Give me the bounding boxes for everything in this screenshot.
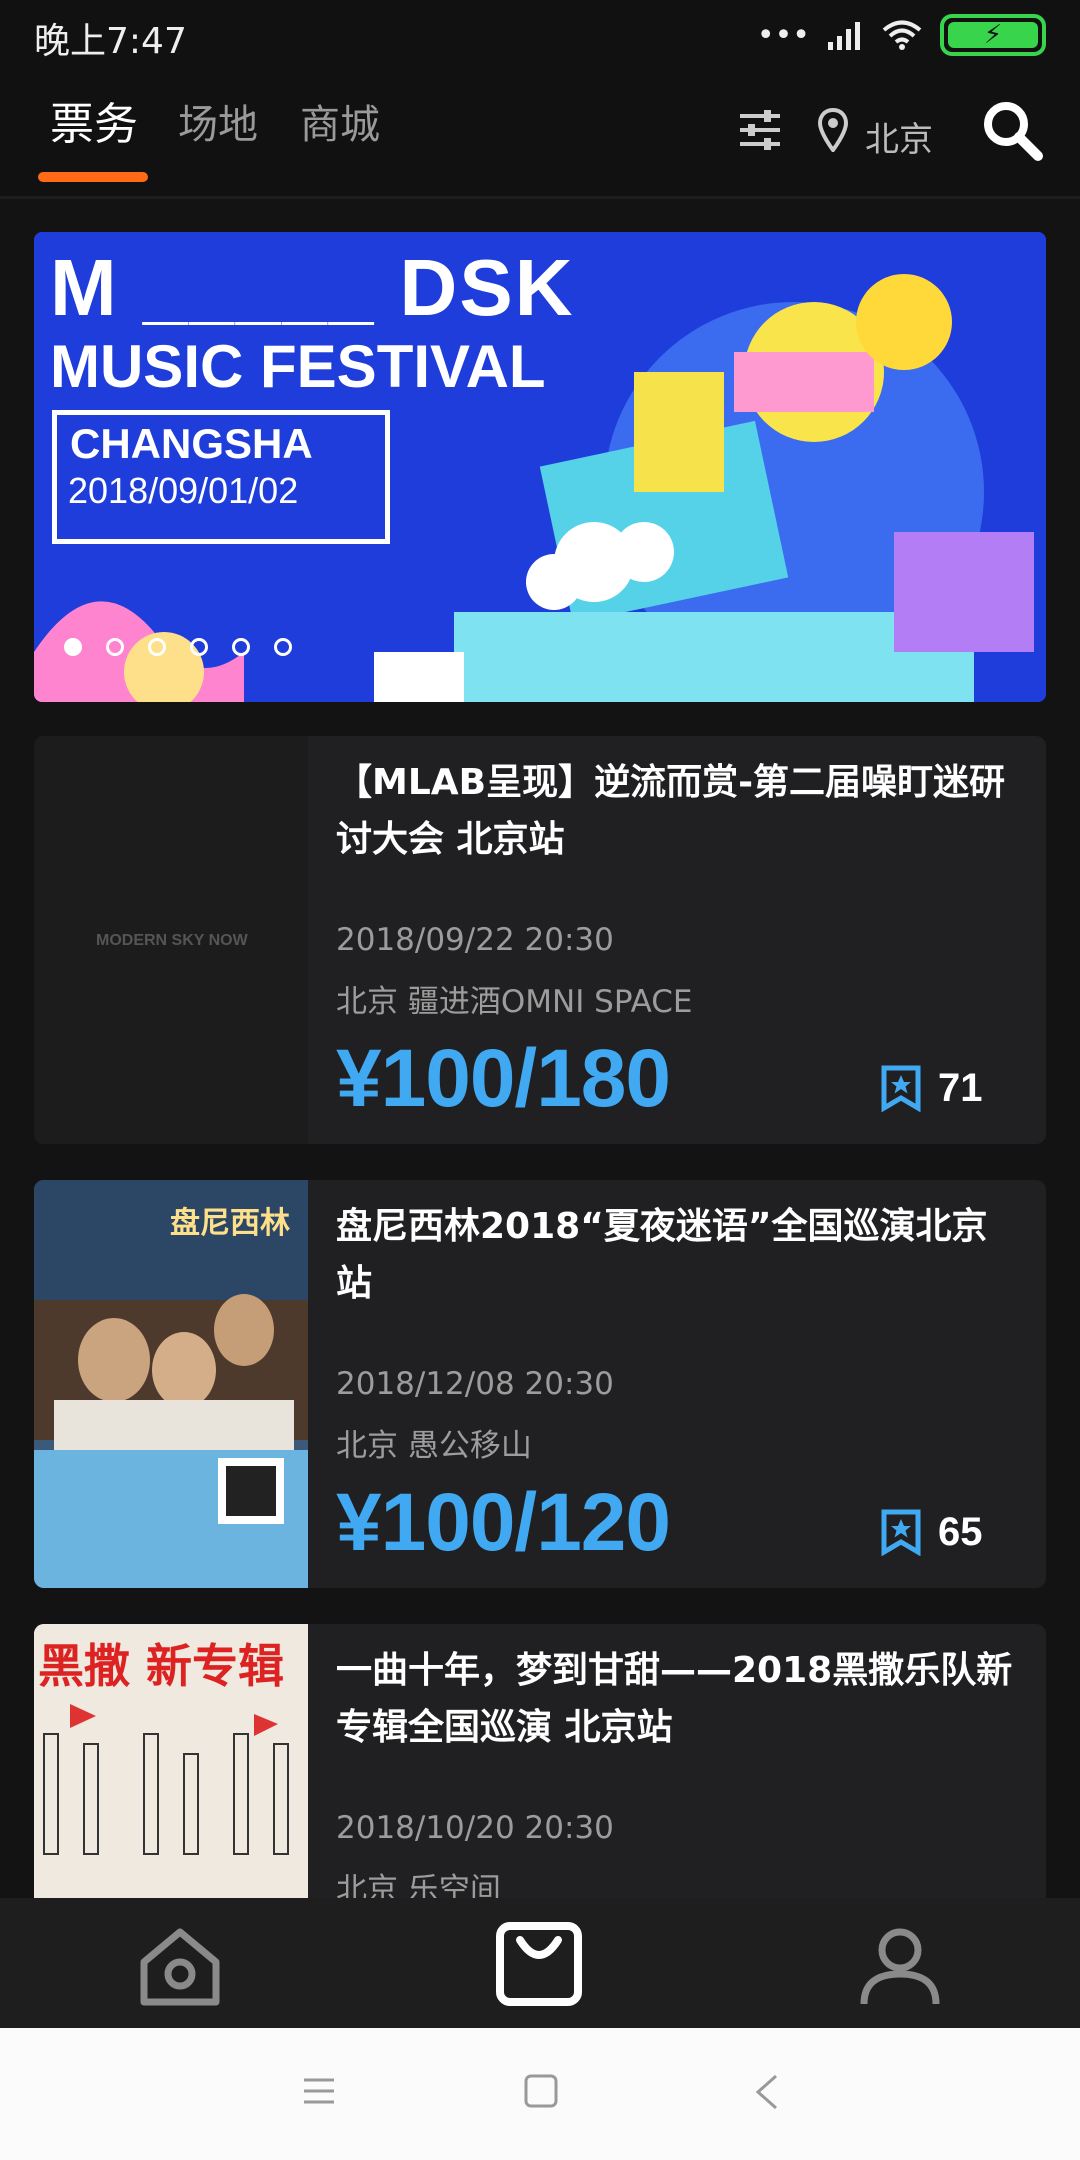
tab-tickets[interactable]: 票务 <box>50 88 138 152</box>
tab-mall[interactable]: 商城 <box>300 92 380 150</box>
promo-banner[interactable]: M _____ DSK MUSIC FESTIVAL CHANGSHA 2018… <box>34 232 1046 702</box>
back-chevron-icon[interactable] <box>754 2074 780 2110</box>
home-nav-icon[interactable] <box>138 1926 222 2006</box>
signal-icon <box>828 22 860 50</box>
banner-title: M _____ DSK <box>50 243 575 332</box>
bottom-nav <box>0 1898 1080 2028</box>
event-card[interactable]: 盘尼西林 盘尼西林2018“夏夜迷语”全国巡演北京站 2018/12/08 20… <box>34 1180 1046 1588</box>
favorite-count[interactable]: 71 <box>880 1064 983 1112</box>
menu-icon[interactable] <box>302 2074 336 2108</box>
carousel-dot[interactable] <box>274 638 292 656</box>
poster-logo: 盘尼西林 <box>170 1206 290 1241</box>
tab-venues[interactable]: 场地 <box>178 92 258 150</box>
banner-subtitle: MUSIC FESTIVAL <box>50 333 546 400</box>
carousel-dot[interactable] <box>190 638 208 656</box>
wifi-icon <box>882 20 922 50</box>
event-title: 【MLAB呈现】逆流而赏-第二届噪盯迷研讨大会 北京站 <box>336 762 1006 860</box>
carousel-dot[interactable] <box>148 638 166 656</box>
carousel-dots[interactable] <box>64 638 292 656</box>
event-price: ¥100/180 <box>336 1033 671 1124</box>
event-date: 2018/10/20 20:30 <box>336 1810 614 1846</box>
search-icon[interactable] <box>980 98 1044 162</box>
top-header: 票务 场地 商城 北京 <box>0 70 1080 199</box>
event-venue: 北京 疆进酒OMNI SPACE <box>336 984 693 1020</box>
carousel-dot[interactable] <box>106 638 124 656</box>
favorite-number: 65 <box>938 1509 983 1554</box>
carousel-dot[interactable] <box>232 638 250 656</box>
banner-dates: 2018/09/01/02 <box>68 470 299 511</box>
event-title: 一曲十年，梦到甘甜——2018黑撒乐队新专辑全国巡演 北京站 <box>336 1650 1013 1748</box>
carousel-dot[interactable] <box>64 638 82 656</box>
event-poster: MODERN SKY NOW <box>34 736 308 1144</box>
bookmark-star-icon[interactable] <box>880 1064 922 1112</box>
event-price: ¥100/120 <box>336 1477 671 1568</box>
battery-icon: ⚡ <box>940 14 1046 56</box>
favorite-number: 71 <box>938 1065 983 1110</box>
event-poster: 盘尼西林 <box>34 1180 308 1588</box>
event-card[interactable]: 黑撒 新专辑 一曲十年，梦到甘甜——2018黑撒乐队新专辑全国巡演 北京站 20… <box>34 1624 1046 1898</box>
filter-icon[interactable] <box>738 108 782 152</box>
poster-logo: MODERN SKY NOW <box>96 932 248 949</box>
banner-city: CHANGSHA <box>70 420 313 467</box>
event-title: 盘尼西林2018“夏夜迷语”全国巡演北京站 <box>336 1206 988 1304</box>
event-date: 2018/09/22 20:30 <box>336 922 614 958</box>
event-card[interactable]: MODERN SKY NOW 【MLAB呈现】逆流而赏-第二届噪盯迷研讨大会 北… <box>34 736 1046 1144</box>
bookmark-star-icon[interactable] <box>880 1508 922 1556</box>
profile-nav-icon[interactable] <box>860 1926 940 2006</box>
event-venue: 北京 愚公移山 <box>336 1428 532 1464</box>
system-nav-bar <box>0 2028 1080 2160</box>
favorite-count[interactable]: 65 <box>880 1508 983 1556</box>
more-dots-icon: ••• <box>756 17 810 53</box>
event-date: 2018/12/08 20:30 <box>336 1366 614 1402</box>
city-selector[interactable]: 北京 <box>865 112 933 161</box>
home-square-icon[interactable] <box>524 2074 558 2108</box>
status-time: 晚上7:47 <box>34 21 187 62</box>
event-poster: 黑撒 新专辑 <box>34 1624 308 1898</box>
location-pin-icon[interactable] <box>818 108 848 152</box>
tab-indicator <box>38 172 148 182</box>
event-venue: 北京 乐空间 <box>336 1872 501 1898</box>
status-bar: 晚上7:47 ••• ⚡ <box>0 0 1080 70</box>
poster-logo: 黑撒 新专辑 <box>38 1639 285 1693</box>
ticket-bag-nav-icon[interactable] <box>496 1922 582 2006</box>
